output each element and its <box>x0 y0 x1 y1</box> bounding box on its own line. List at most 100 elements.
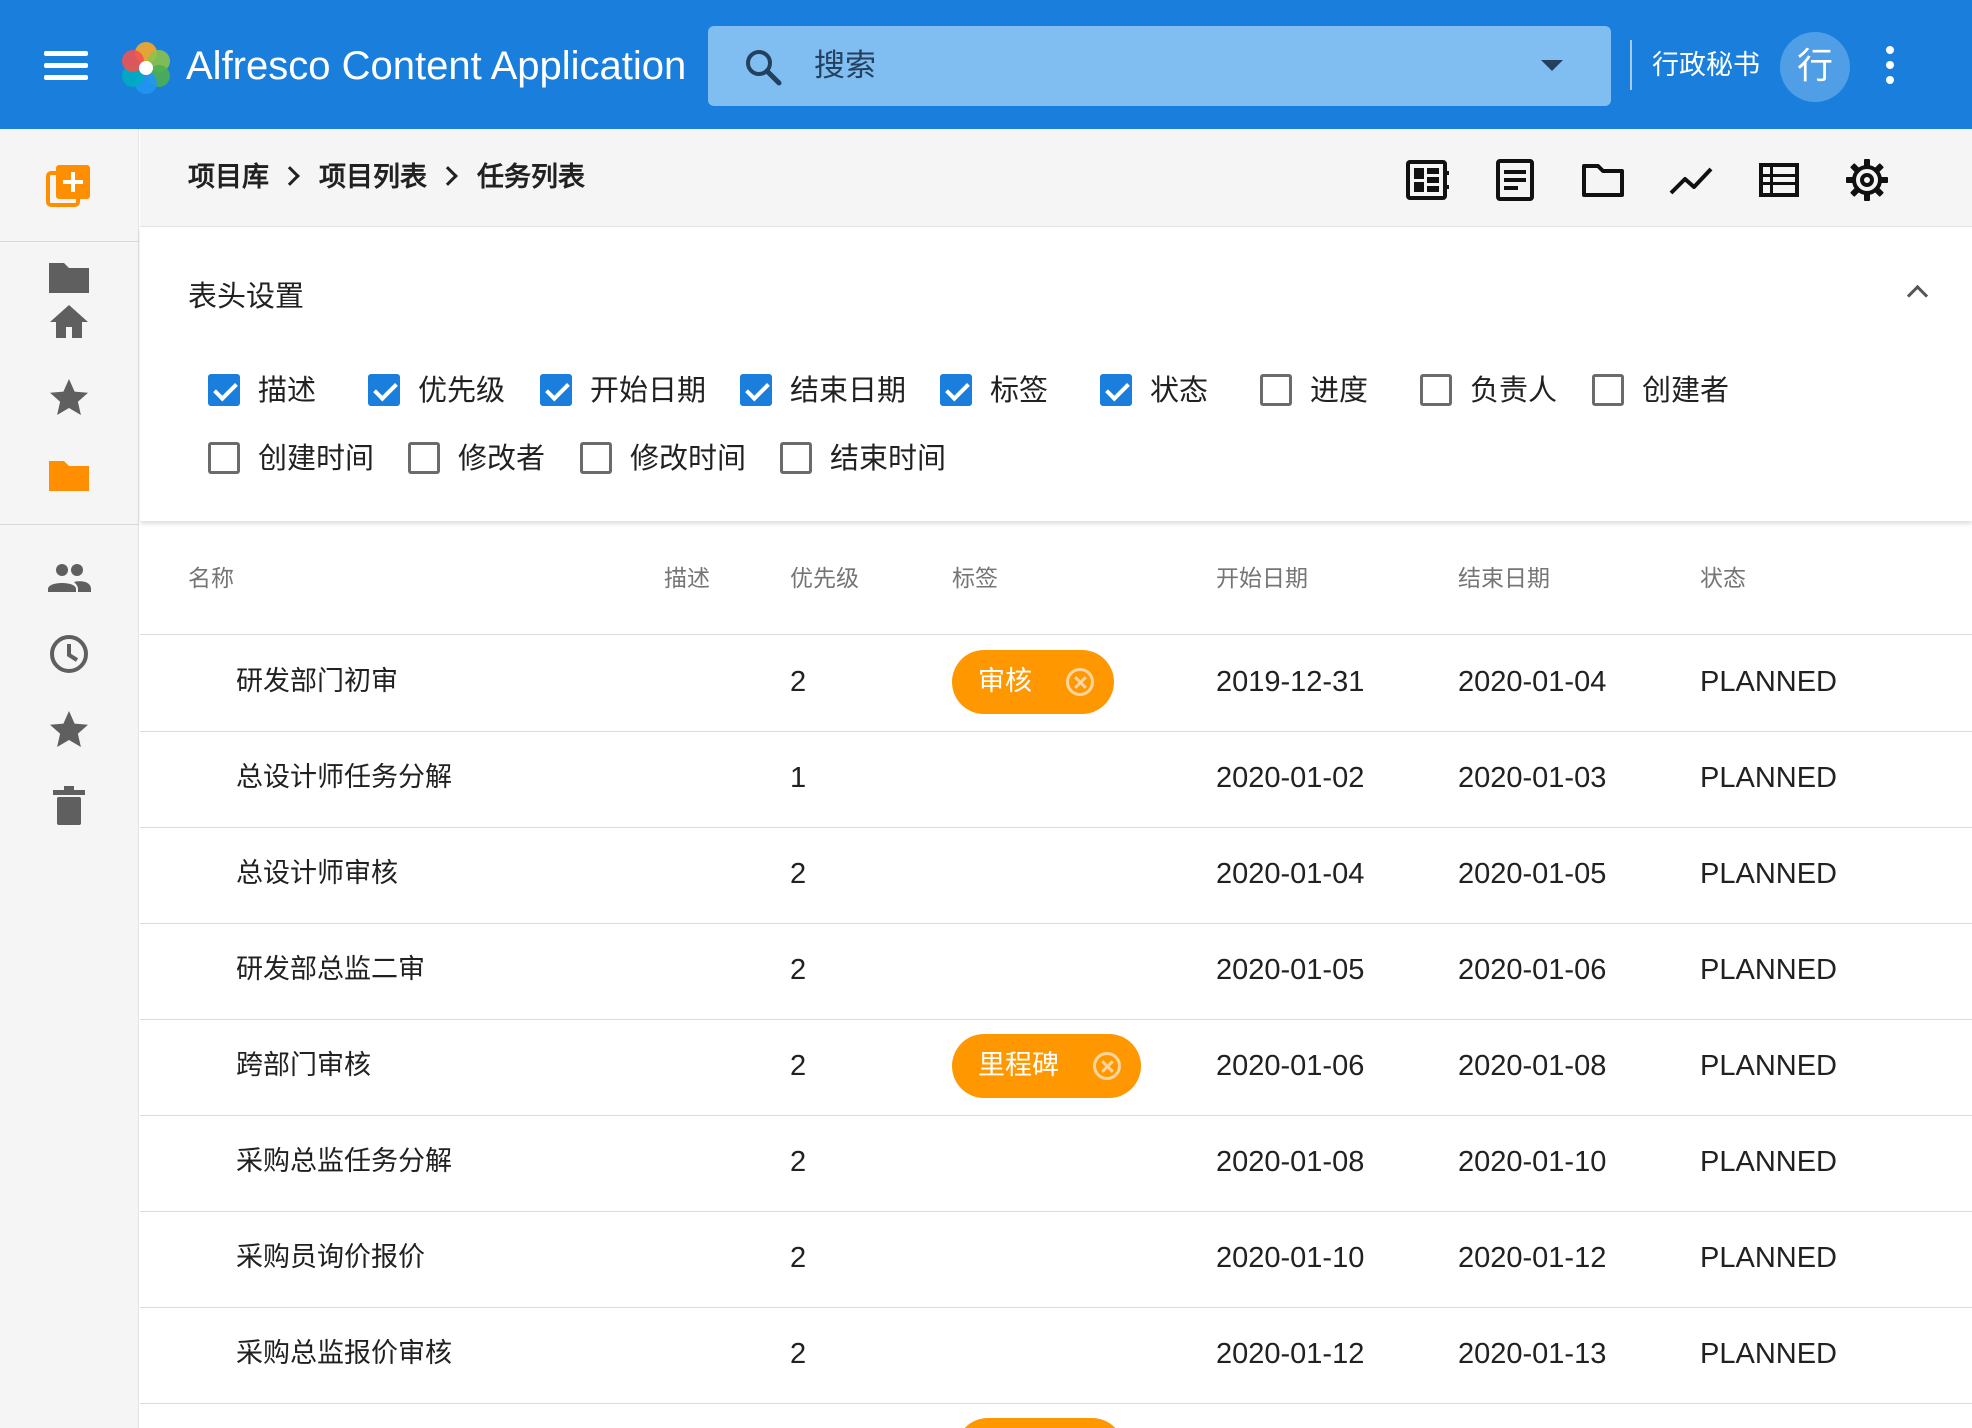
checkbox-label: 优先级 <box>418 373 506 407</box>
column-header-end-date[interactable]: 结束日期 <box>1458 562 1550 596</box>
menu-icon[interactable] <box>40 44 92 86</box>
checkbox-label: 修改时间 <box>630 441 747 475</box>
folder-active-icon[interactable] <box>44 449 94 499</box>
table-row[interactable]: 研发部总监二审 2 2020-01-05 2020-01-06 PLANNED <box>140 924 1972 1020</box>
more-options-icon[interactable] <box>1880 46 1900 90</box>
header-divider <box>1630 40 1632 90</box>
cell-name: 采购总监任务分解 <box>236 1146 452 1177</box>
remove-tag-icon[interactable] <box>1093 1052 1121 1080</box>
cell-end-date: 2020-01-12 <box>1458 1242 1607 1274</box>
search-bar[interactable] <box>708 26 1611 106</box>
tag-chip[interactable]: 里程碑 <box>952 1034 1141 1098</box>
breadcrumb-item-project-library[interactable]: 项目库 <box>188 162 269 193</box>
trend-icon[interactable] <box>1668 157 1714 203</box>
cell-end-date: 2020-01-10 <box>1458 1146 1607 1178</box>
cell-end-date: 2020-01-06 <box>1458 954 1607 986</box>
table-row[interactable]: 研发部门初审 2 审核 2019-12-31 2020-01-04 PLANNE… <box>140 636 1972 732</box>
cell-priority: 2 <box>790 954 807 986</box>
cell-name: 采购总监报价审核 <box>236 1338 452 1369</box>
cell-end-date: 2020-01-08 <box>1458 1050 1607 1082</box>
column-header-status[interactable]: 状态 <box>1700 562 1746 596</box>
search-dropdown-icon[interactable] <box>1541 60 1563 71</box>
cell-priority: 2 <box>790 1146 807 1178</box>
column-header-tag[interactable]: 标签 <box>952 562 998 596</box>
create-icon[interactable] <box>44 161 94 211</box>
column-header-name[interactable]: 名称 <box>188 562 234 596</box>
chevron-up-icon[interactable] <box>1902 276 1932 307</box>
checkbox-label: 状态 <box>1150 373 1209 407</box>
settings-icon[interactable] <box>1844 157 1890 203</box>
search-icon <box>746 50 782 86</box>
checkbox-box <box>208 442 240 474</box>
table-row[interactable]: 总设计师审核 2 2020-01-04 2020-01-05 PLANNED <box>140 828 1972 924</box>
tag-chip[interactable]: 审核 <box>952 650 1114 714</box>
column-header-priority[interactable]: 优先级 <box>790 562 859 596</box>
list-icon[interactable] <box>1756 157 1802 203</box>
people-icon[interactable] <box>44 553 94 603</box>
remove-tag-icon[interactable] <box>1066 668 1094 696</box>
cell-end-date: 2020-01-05 <box>1458 858 1607 890</box>
checkbox-label: 进度 <box>1310 373 1369 407</box>
cell-status: PLANNED <box>1700 1146 1837 1178</box>
cell-start-date: 2020-01-04 <box>1216 858 1365 890</box>
checkbox-box <box>208 374 240 406</box>
favorite-star-icon[interactable] <box>44 705 94 755</box>
table-row[interactable]: 采购总监任务分解 2 2020-01-08 2020-01-10 PLANNED <box>140 1116 1972 1212</box>
cell-name: 总设计师任务分解 <box>236 762 452 793</box>
chevron-right-icon <box>438 166 458 186</box>
trash-icon[interactable] <box>44 781 94 831</box>
folder-outline-icon[interactable] <box>1580 157 1626 203</box>
cell-priority: 1 <box>790 762 807 794</box>
cell-name: 采购员询价报价 <box>236 1242 425 1273</box>
cell-name: 总设计师审核 <box>236 858 398 889</box>
checkbox-label: 结束时间 <box>830 441 947 475</box>
checkbox-box <box>940 374 972 406</box>
cell-status: PLANNED <box>1700 954 1837 986</box>
cell-start-date: 2020-01-06 <box>1216 1050 1365 1082</box>
checkbox-label: 开始日期 <box>590 373 707 407</box>
cell-end-date: 2020-01-03 <box>1458 762 1607 794</box>
tag-chip-partial[interactable] <box>956 1418 1124 1428</box>
checkbox-box <box>408 442 440 474</box>
checkbox-label: 标签 <box>990 373 1049 407</box>
checkbox-box <box>580 442 612 474</box>
checkbox-box <box>1100 374 1132 406</box>
alfresco-logo <box>122 42 170 94</box>
cell-status: PLANNED <box>1700 666 1837 698</box>
column-header-start-date[interactable]: 开始日期 <box>1216 562 1308 596</box>
cell-status: PLANNED <box>1700 1242 1837 1274</box>
clock-icon[interactable] <box>44 629 94 679</box>
star-icon[interactable] <box>44 373 94 423</box>
column-header-description[interactable]: 描述 <box>664 562 710 596</box>
cell-name: 跨部门审核 <box>236 1050 371 1081</box>
app-header: Alfresco Content Application 行政秘书 行 <box>0 0 1972 129</box>
dashboard-icon[interactable] <box>1404 157 1450 203</box>
table-row[interactable]: 跨部门审核 2 里程碑 2020-01-06 2020-01-08 PLANNE… <box>140 1020 1972 1116</box>
cell-start-date: 2020-01-10 <box>1216 1242 1365 1274</box>
checkbox-box <box>368 374 400 406</box>
checkbox-box <box>780 442 812 474</box>
home-icon[interactable] <box>44 297 94 347</box>
document-icon[interactable] <box>1492 157 1538 203</box>
cell-status: PLANNED <box>1700 1050 1837 1082</box>
checkbox-box <box>1260 374 1292 406</box>
checkbox-box <box>540 374 572 406</box>
search-input[interactable] <box>814 42 1514 90</box>
app-title: Alfresco Content Application <box>186 44 687 88</box>
breadcrumb-item-task-list[interactable]: 任务列表 <box>477 162 585 193</box>
cell-start-date: 2020-01-02 <box>1216 762 1365 794</box>
cell-name: 研发部总监二审 <box>236 954 425 985</box>
table-header: 名称 描述 优先级 标签 开始日期 结束日期 状态 <box>140 522 1972 635</box>
cell-priority: 2 <box>790 858 807 890</box>
breadcrumb-item-project-list[interactable]: 项目列表 <box>319 162 427 193</box>
sidebar <box>0 129 139 1428</box>
table-row[interactable]: 总设计师任务分解 1 2020-01-02 2020-01-03 PLANNED <box>140 732 1972 828</box>
avatar[interactable]: 行 <box>1780 32 1850 102</box>
table-row[interactable]: 采购总监报价审核 2 2020-01-12 2020-01-13 PLANNED <box>140 1308 1972 1404</box>
cell-end-date: 2020-01-04 <box>1458 666 1607 698</box>
user-name[interactable]: 行政秘书 <box>1652 46 1760 86</box>
cell-priority: 2 <box>790 1050 807 1082</box>
cell-priority: 2 <box>790 1242 807 1274</box>
sidebar-divider <box>0 241 139 242</box>
table-row[interactable]: 采购员询价报价 2 2020-01-10 2020-01-12 PLANNED <box>140 1212 1972 1308</box>
